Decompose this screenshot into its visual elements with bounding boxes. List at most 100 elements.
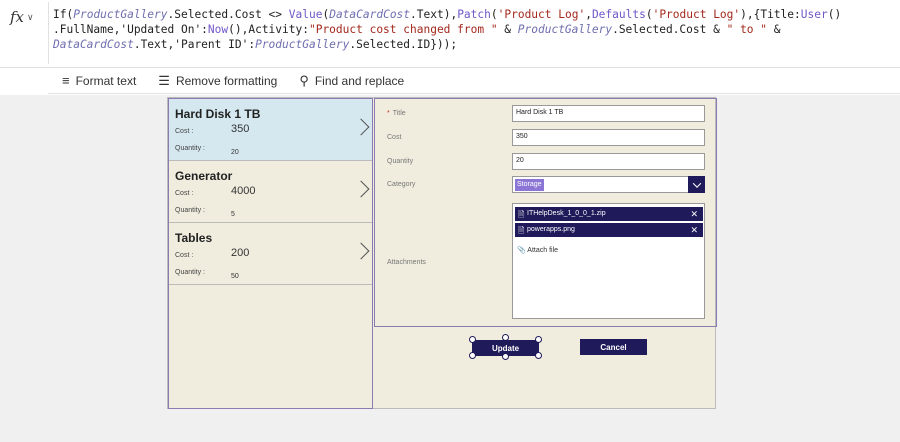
- title-input[interactable]: Hard Disk 1 TB: [512, 105, 705, 122]
- formula-token: &: [767, 23, 781, 36]
- format-text-button[interactable]: ≡ Format text: [62, 73, 136, 88]
- file-icon: 🗎: [518, 210, 525, 219]
- formula-token: ProductGallery: [255, 38, 350, 51]
- title-field-label: * Title: [387, 110, 406, 117]
- formula-token: 'Product Log': [652, 8, 741, 21]
- formula-token: DataCardCost: [53, 38, 134, 51]
- cost-label: Cost :: [175, 128, 194, 135]
- formula-token: Patch: [457, 8, 491, 21]
- remove-formatting-label: Remove formatting: [175, 73, 278, 88]
- cost-value: 4000: [231, 185, 256, 197]
- resize-handle[interactable]: [469, 352, 476, 359]
- formula-divider: [48, 2, 49, 64]
- formula-token: (): [827, 8, 842, 21]
- paperclip-icon: 📎: [517, 247, 526, 254]
- formula-token: ProductGallery: [517, 23, 613, 36]
- cost-input[interactable]: 350: [512, 129, 705, 146]
- formula-token: (: [645, 8, 653, 21]
- quantity-value: 5: [231, 211, 235, 218]
- formula-token: Defaults: [591, 8, 646, 21]
- category-dropdown[interactable]: Storage: [512, 176, 705, 193]
- gallery-item-title: Generator: [175, 169, 233, 183]
- attachment-item[interactable]: 🗎 powerapps.png ✕: [515, 223, 703, 237]
- formula-token: If(: [53, 8, 74, 21]
- image-file-icon: 🗎: [518, 226, 525, 235]
- formula-token: .Text,'Parent ID':: [133, 38, 256, 51]
- formula-input[interactable]: If(ProductGallery.Selected.Cost <> Value…: [53, 7, 893, 52]
- gallery-item-title: Hard Disk 1 TB: [175, 107, 261, 121]
- category-selected-value: Storage: [515, 179, 544, 191]
- formula-token: "Product cost changed from ": [308, 23, 498, 36]
- cost-label: Cost :: [175, 252, 194, 259]
- edit-form: * Title Hard Disk 1 TB Cost 350 Quantity …: [374, 98, 717, 327]
- fx-icon: fx: [10, 8, 25, 26]
- resize-handle[interactable]: [502, 353, 509, 360]
- fx-selector[interactable]: fx ∨: [4, 6, 46, 28]
- formula-token: ProductGallery: [73, 8, 168, 21]
- formula-token: (),Activity:: [228, 23, 309, 36]
- formula-token: Value: [288, 8, 323, 21]
- format-text-icon: ≡: [62, 73, 70, 88]
- cancel-button[interactable]: Cancel: [580, 339, 647, 355]
- find-replace-label: Find and replace: [314, 73, 405, 88]
- formula-token: DataCardCost: [329, 8, 411, 21]
- formula-token: " to ": [726, 23, 768, 36]
- resize-handle[interactable]: [502, 334, 509, 341]
- resize-handle[interactable]: [535, 336, 542, 343]
- chevron-right-icon[interactable]: [352, 118, 370, 136]
- gallery-item[interactable]: Hard Disk 1 TB Cost : 350 Quantity : 20: [169, 99, 372, 161]
- formula-token: Now: [207, 23, 229, 36]
- chevron-down-icon[interactable]: [688, 176, 705, 193]
- remove-formatting-button[interactable]: ☰ Remove formatting: [158, 73, 277, 89]
- formula-toolbar: ≡ Format text ☰ Remove formatting ⚲ Find…: [48, 68, 900, 94]
- formula-token: 'Product Log': [497, 8, 586, 21]
- attachment-name: ITHelpDesk_1_0_0_1.zip: [527, 210, 606, 217]
- quantity-label: Quantity :: [175, 207, 205, 214]
- formula-token: .Selected.Cost <>: [167, 8, 289, 21]
- format-text-label: Format text: [75, 73, 137, 88]
- cost-value: 200: [231, 247, 250, 259]
- resize-handle[interactable]: [469, 336, 476, 343]
- chevron-right-icon[interactable]: [352, 180, 370, 198]
- required-asterisk: *: [387, 110, 390, 117]
- formula-token: User: [800, 8, 828, 21]
- cost-value: 350: [231, 123, 250, 135]
- quantity-label: Quantity :: [175, 269, 205, 276]
- formula-token: .Selected.ID}));: [349, 38, 458, 51]
- gallery-item[interactable]: Generator Cost : 4000 Quantity : 5: [169, 161, 372, 223]
- resize-handle[interactable]: [535, 352, 542, 359]
- formula-token: ,: [585, 8, 592, 21]
- formula-token: .FullName,'Updated On':: [53, 23, 208, 36]
- quantity-value: 50: [231, 273, 239, 280]
- attach-file-link[interactable]: 📎 Attach file: [517, 246, 558, 254]
- formula-token: &: [497, 23, 518, 36]
- attachment-name: powerapps.png: [527, 226, 575, 233]
- cost-label: Cost :: [175, 190, 194, 197]
- quantity-input[interactable]: 20: [512, 153, 705, 170]
- formula-token: .Selected.Cost &: [612, 23, 727, 36]
- product-gallery[interactable]: Hard Disk 1 TB Cost : 350 Quantity : 20 …: [168, 98, 373, 409]
- gallery-item-title: Tables: [175, 231, 213, 245]
- chevron-right-icon[interactable]: [352, 242, 370, 260]
- cost-field-label: Cost: [387, 134, 402, 141]
- chevron-down-icon: ∨: [27, 11, 34, 22]
- remove-formatting-icon: ☰: [158, 72, 170, 88]
- quantity-field-label: Quantity: [387, 158, 414, 165]
- category-field-label: Category: [387, 181, 416, 188]
- search-icon: ⚲: [299, 72, 309, 88]
- gallery-item[interactable]: Tables Cost : 200 Quantity : 50: [169, 223, 372, 285]
- formula-token: ),{Title:: [740, 8, 801, 21]
- close-icon[interactable]: ✕: [690, 207, 698, 221]
- formula-token: .Text),: [410, 8, 458, 21]
- app-screen: Hard Disk 1 TB Cost : 350 Quantity : 20 …: [167, 97, 717, 409]
- close-icon[interactable]: ✕: [690, 223, 698, 237]
- quantity-value: 20: [231, 149, 239, 156]
- formula-token: (: [490, 8, 498, 21]
- attachment-item[interactable]: 🗎 ITHelpDesk_1_0_0_1.zip ✕: [515, 207, 703, 221]
- find-replace-button[interactable]: ⚲ Find and replace: [299, 73, 404, 89]
- attachments-control[interactable]: 🗎 ITHelpDesk_1_0_0_1.zip ✕ 🗎 powerapps.p…: [512, 203, 705, 319]
- formula-bar: fx ∨ If(ProductGallery.Selected.Cost <> …: [0, 0, 900, 68]
- attachments-field-label: Attachments: [387, 259, 426, 266]
- quantity-label: Quantity :: [175, 145, 205, 152]
- design-canvas: Hard Disk 1 TB Cost : 350 Quantity : 20 …: [0, 95, 900, 442]
